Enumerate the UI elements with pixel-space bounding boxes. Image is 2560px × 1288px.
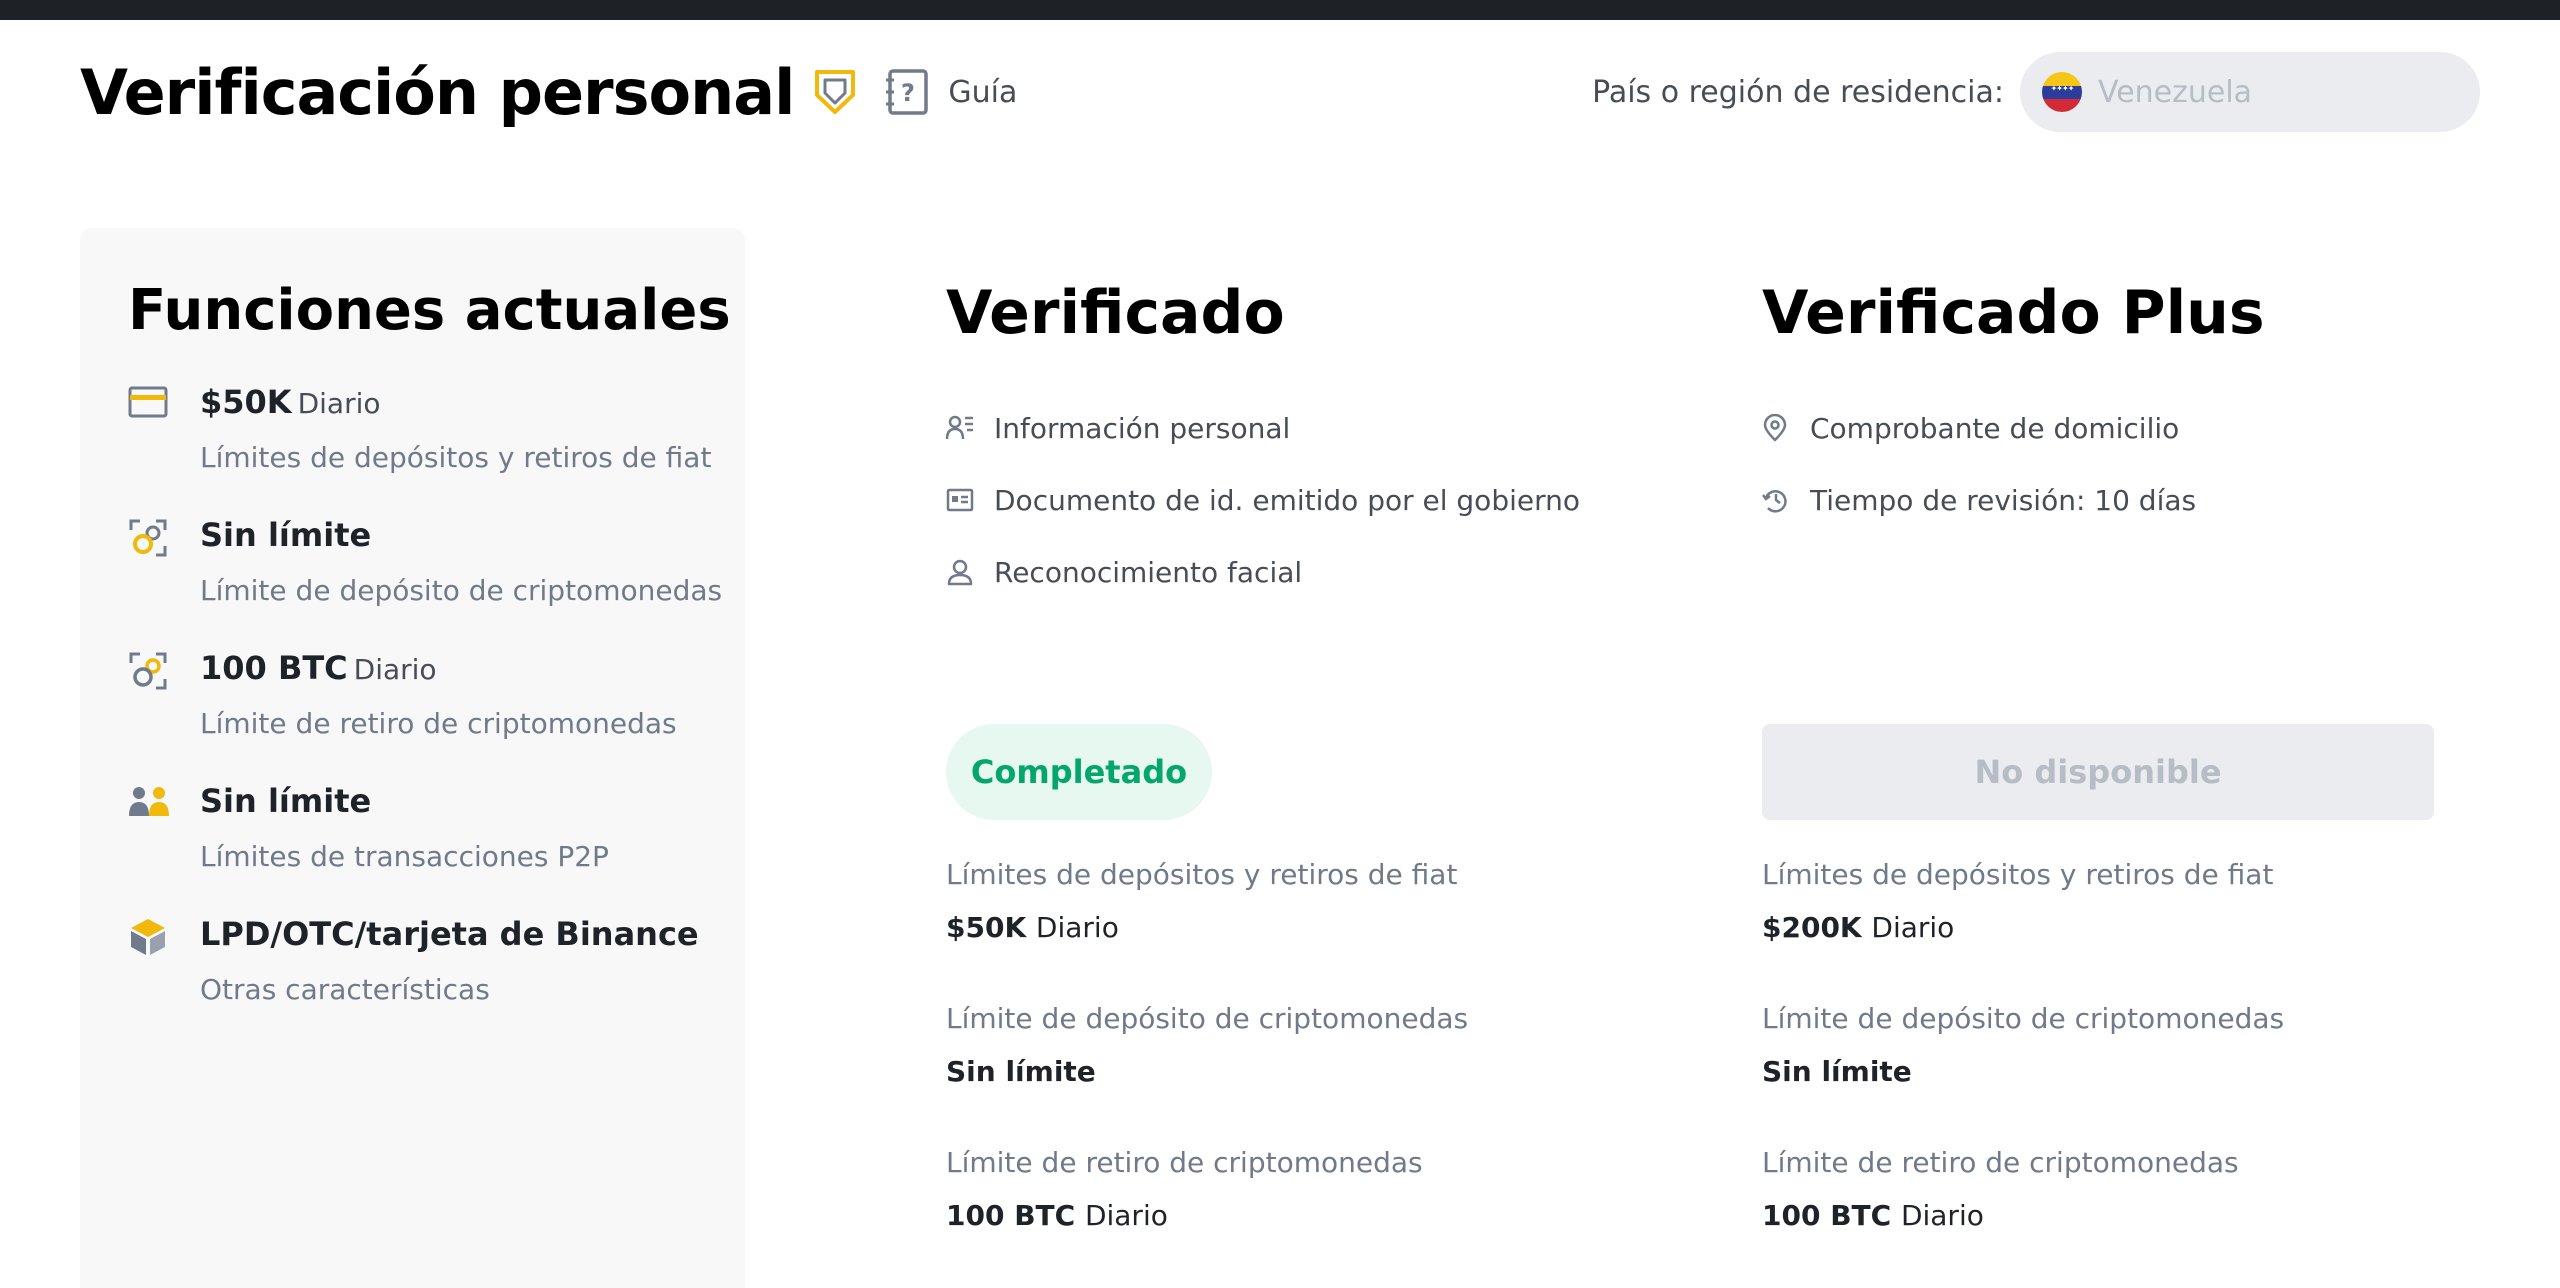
requirement-label: Documento de id. emitido por el gobierno	[994, 483, 1580, 517]
feature-value: LPD/OTC/tarjeta de Binance	[200, 915, 699, 953]
feature-desc: Límites de depósitos y retiros de fiat	[200, 441, 712, 474]
limit-item: Límites de depósitos y retiros de fiat $…	[946, 858, 1646, 1002]
limit-label: Límite de retiro de criptomonedas	[1762, 1146, 2239, 1179]
requirement-item: Documento de id. emitido por el gobierno	[946, 464, 1646, 536]
limit-value: 100 BTC	[1762, 1199, 1892, 1232]
limit-label: Límite de retiro de criptomonedas	[946, 1146, 1423, 1179]
guide-link[interactable]: Guía	[948, 75, 1017, 110]
card-icon	[128, 383, 200, 474]
top-bar	[0, 0, 2560, 20]
tier-title: Verificado	[946, 278, 1285, 348]
current-features-panel: Funciones actuales $50K Diario Límites de…	[80, 228, 745, 1288]
limit-unit: Diario	[1900, 1199, 1984, 1232]
current-features-title: Funciones actuales	[128, 278, 731, 343]
feature-unit: Diario	[297, 387, 381, 420]
limit-item: Límite de retiro de criptomonedas 100 BT…	[1762, 1146, 2462, 1288]
limit-unit: Diario	[1035, 911, 1119, 944]
limit-value: 100 BTC	[946, 1199, 1076, 1232]
limit-value: $50K	[946, 911, 1027, 944]
limits-list: Límites de depósitos y retiros de fiat $…	[946, 858, 1646, 1288]
p2p-users-icon	[128, 782, 200, 873]
svg-text:?: ?	[901, 79, 915, 107]
feature-p2p: Sin límite Límites de transacciones P2P	[128, 782, 697, 873]
requirement-label: Reconocimiento facial	[994, 555, 1303, 589]
limit-value: Sin límite	[946, 1055, 1096, 1088]
feature-crypto-withdraw: 100 BTC Diario Límite de retiro de cripto…	[128, 649, 697, 740]
id-card-icon	[946, 488, 994, 512]
requirements-list: Comprobante de domicilio Tiempo de revis…	[1762, 392, 2462, 692]
location-pin-icon	[1762, 414, 1810, 442]
requirements-list: Información personal Documento de id. em…	[946, 392, 1646, 692]
tier-title: Verificado Plus	[1762, 278, 2265, 348]
residence-label: País o región de residencia:	[1592, 74, 2004, 110]
limit-unit: Diario	[1871, 911, 1955, 944]
tier-verified: Verificado Información personal Document…	[946, 228, 1646, 1288]
personal-info-icon	[946, 414, 994, 442]
page-title: Verificación personal	[80, 55, 795, 129]
feature-desc: Límite de retiro de criptomonedas	[200, 707, 677, 740]
status-completed-badge: Completado	[946, 724, 1212, 820]
requirement-item: Comprobante de domicilio	[1762, 392, 2462, 464]
feature-value: Sin límite	[200, 516, 372, 554]
guide-book-icon[interactable]: ?	[884, 68, 930, 116]
limit-item: Límite de depósito de criptomonedas Sin …	[1762, 1002, 2462, 1146]
venezuela-flag-icon: ✦✦✦✦	[2042, 72, 2082, 112]
requirement-label: Información personal	[994, 411, 1291, 445]
limit-label: Límite de depósito de criptomonedas	[946, 1002, 1469, 1035]
limit-item: Límite de depósito de criptomonedas Sin …	[946, 1002, 1646, 1146]
requirement-label: Comprobante de domicilio	[1810, 411, 2180, 445]
shield-badge-icon	[814, 69, 856, 115]
limit-item: Límite de retiro de criptomonedas 100 BT…	[946, 1146, 1646, 1288]
limit-unit: Diario	[1084, 1199, 1168, 1232]
feature-desc: Límite de depósito de criptomonedas	[200, 574, 723, 607]
limit-label: Límite de depósito de criptomonedas	[1762, 1002, 2285, 1035]
tier-verified-plus: Verificado Plus Comprobante de domicilio…	[1762, 228, 2462, 1288]
requirement-label: Tiempo de revisión: 10 días	[1810, 483, 2197, 517]
limit-value: $200K	[1762, 911, 1862, 944]
requirement-item: Reconocimiento facial	[946, 536, 1646, 608]
binance-box-icon	[128, 915, 200, 1006]
page-header: Verificación personal ? Guía País o regi…	[80, 52, 2480, 132]
feature-unit: Diario	[353, 653, 437, 686]
requirement-item: Información personal	[946, 392, 1646, 464]
review-time-icon	[1762, 486, 1810, 514]
feature-desc: Otras características	[200, 973, 490, 1006]
feature-other: LPD/OTC/tarjeta de Binance Otras caracte…	[128, 915, 699, 1006]
feature-value: Sin límite	[200, 782, 372, 820]
country-value: Venezuela	[2098, 74, 2253, 110]
crypto-deposit-icon	[128, 516, 200, 607]
crypto-withdraw-icon	[128, 649, 200, 740]
feature-fiat-limit: $50K Diario Límites de depósitos y retiro…	[128, 383, 711, 474]
limit-value: Sin límite	[1762, 1055, 1912, 1088]
requirement-item: Tiempo de revisión: 10 días	[1762, 464, 2462, 536]
feature-value: $50K	[200, 383, 292, 421]
residence-selector: País o región de residencia: ✦✦✦✦ Venezu…	[1592, 52, 2480, 132]
feature-value: 100 BTC	[200, 649, 348, 687]
limit-item: Límites de depósitos y retiros de fiat $…	[1762, 858, 2462, 1002]
limit-label: Límites de depósitos y retiros de fiat	[1762, 858, 2274, 891]
limit-label: Límites de depósitos y retiros de fiat	[946, 858, 1458, 891]
unavailable-button: No disponible	[1762, 724, 2434, 820]
country-select[interactable]: ✦✦✦✦ Venezuela	[2020, 52, 2480, 132]
limits-list: Límites de depósitos y retiros de fiat $…	[1762, 858, 2462, 1288]
feature-desc: Límites de transacciones P2P	[200, 840, 609, 873]
feature-crypto-deposit: Sin límite Límite de depósito de criptom…	[128, 516, 722, 607]
face-icon	[946, 558, 994, 586]
